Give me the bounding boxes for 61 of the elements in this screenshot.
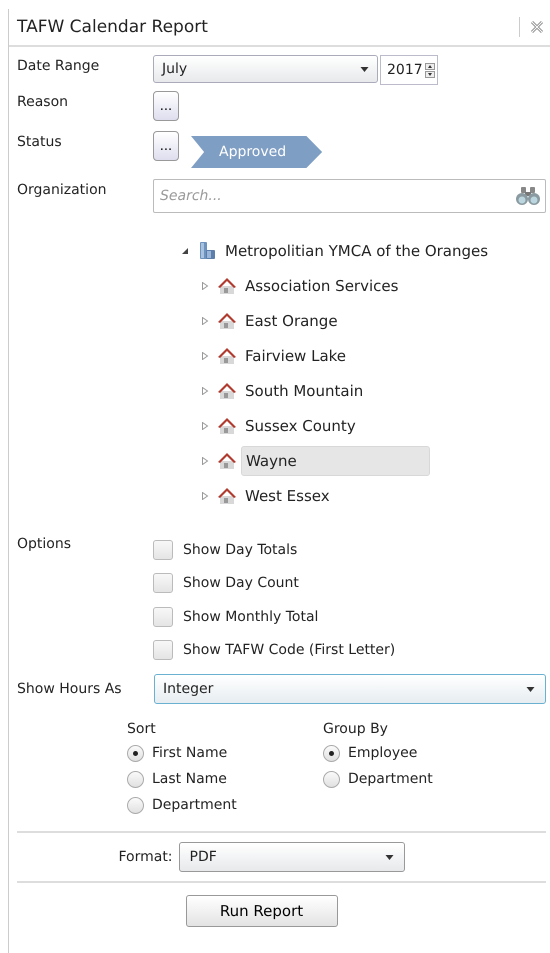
tree-item[interactable]: South Mountain — [241, 376, 368, 404]
hours-dropdown[interactable]: Integer — [154, 674, 546, 704]
radio-label: Employee — [348, 745, 418, 761]
format-dropdown[interactable]: PDF — [178, 842, 405, 872]
status-tag: Approved — [191, 136, 322, 168]
field-label: Show Hours As — [17, 681, 123, 697]
field-label: Reason — [17, 93, 70, 110]
browse-button[interactable]: ... — [153, 131, 179, 161]
checkbox[interactable] — [153, 573, 173, 594]
tree-item[interactable]: Fairview Lake — [241, 342, 350, 370]
year-spinner[interactable]: 2017 — [380, 55, 438, 85]
checkbox-label: Show Day Count — [183, 575, 299, 592]
month-dropdown[interactable]: July — [153, 55, 378, 83]
radio-label: Department — [348, 771, 433, 787]
close-icon[interactable] — [530, 20, 544, 34]
radio-button[interactable] — [127, 770, 144, 788]
search-field[interactable]: Search... — [153, 179, 546, 213]
tree-item[interactable]: Sussex County — [241, 412, 360, 440]
radio-label: Last Name — [152, 771, 227, 787]
expand-arrow-icon[interactable] — [181, 246, 189, 254]
spin-up-icon[interactable] — [424, 62, 435, 70]
group-label: Group By — [323, 721, 389, 737]
binoculars-icon[interactable] — [515, 186, 541, 206]
field-label: Date Range — [17, 57, 100, 74]
field-label: Organization — [17, 181, 108, 198]
house-icon — [217, 486, 237, 506]
radio-button[interactable] — [127, 744, 144, 762]
checkbox[interactable] — [153, 640, 173, 660]
radio-label: Department — [152, 797, 237, 813]
field-label: Options — [17, 535, 72, 552]
checkbox-label: Show TAFW Code (First Letter) — [183, 642, 396, 658]
house-icon — [217, 416, 237, 436]
buildings-icon — [197, 240, 217, 260]
spin-down-icon[interactable] — [424, 70, 435, 78]
radio-label: First Name — [152, 745, 228, 761]
group-label: Sort — [127, 721, 157, 737]
checkbox[interactable] — [153, 540, 173, 560]
browse-button[interactable]: ... — [153, 91, 179, 121]
caret-icon — [360, 66, 369, 72]
checkbox-label: Show Monthly Total — [183, 608, 318, 625]
field-label: Format: — [118, 849, 173, 865]
window-title: TAFW Calendar Report — [17, 17, 209, 37]
house-icon — [217, 346, 237, 366]
run-report-button[interactable]: Run Report — [186, 895, 338, 927]
caret-icon — [384, 854, 394, 860]
radio-button[interactable] — [323, 770, 340, 788]
checkbox[interactable] — [153, 606, 173, 627]
caret-icon — [526, 686, 535, 692]
field-label: Status — [17, 133, 63, 150]
house-icon — [217, 380, 237, 400]
radio-button[interactable] — [323, 744, 340, 762]
house-icon — [217, 310, 237, 330]
tree-item[interactable]: West Essex — [241, 482, 334, 510]
house-icon — [217, 276, 237, 296]
house-icon — [217, 450, 237, 470]
tree-item[interactable]: East Orange — [241, 306, 342, 334]
checkbox-label: Show Day Totals — [183, 542, 298, 558]
tree-item[interactable]: Metropolitian YMCA of the Oranges — [221, 236, 492, 264]
tree-item[interactable]: Wayne — [241, 446, 430, 476]
tree-item[interactable]: Association Services — [241, 272, 402, 300]
radio-button[interactable] — [127, 796, 144, 814]
